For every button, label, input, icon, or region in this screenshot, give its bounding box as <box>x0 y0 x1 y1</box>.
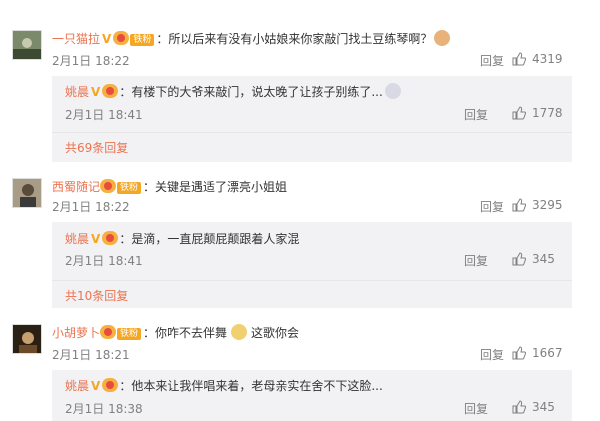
thumbs-up-icon <box>512 252 527 266</box>
more-replies-link[interactable]: 共69条回复 <box>65 139 128 156</box>
like-count: 345 <box>532 400 555 414</box>
v-badge-icon: V <box>91 232 101 246</box>
comment-time: 2月1日 18:22 <box>52 54 130 68</box>
comment-text-tail: 这歌你会 <box>251 326 300 340</box>
sub-reply-box: 姚晨 V ：他本来让我伴唱来着，老母亲实在舍不下这脸... 2月1日 18:38 回… <box>52 370 572 421</box>
sub-reply-text-line: 姚晨 V ：有楼下的大爷来敲门，说太晚了让孩子别练了... <box>65 83 401 101</box>
crown-badge-icon <box>100 179 117 193</box>
reply-button[interactable]: 回复 <box>464 400 488 417</box>
sub-reply-box: 姚晨 V ：有楼下的大爷来敲门，说太晚了让孩子别练了... 2月1日 18:41 回… <box>52 76 572 162</box>
crown-badge-icon <box>100 325 117 339</box>
fan-badge: 铁粉 <box>130 34 155 46</box>
avatar-image <box>13 31 41 59</box>
comment-text: ：所以后来有没有小姑娘来你家敲门找土豆练琴啊？ <box>156 32 433 46</box>
thumbs-up-icon <box>512 400 527 414</box>
comment-text-line: 一只猫拉 V 铁粉 ：所以后来有没有小姑娘来你家敲门找土豆练琴啊？ <box>52 30 451 48</box>
sub-reply-text-line: 姚晨 V ：是滴，一直屁颠屁颠跟着人家混 <box>65 230 299 248</box>
avatar[interactable] <box>12 30 42 60</box>
like-count: 345 <box>532 252 555 266</box>
username-link[interactable]: 姚晨 <box>65 85 89 99</box>
avatar-image <box>13 325 41 353</box>
like-count: 4319 <box>532 52 563 66</box>
like-button[interactable]: 345 <box>512 400 555 414</box>
crown-badge-icon <box>102 231 119 245</box>
like-count: 3295 <box>532 198 563 212</box>
like-button[interactable]: 3295 <box>512 198 563 212</box>
comment-time: 2月1日 18:22 <box>52 200 130 214</box>
sub-reply-time: 2月1日 18:41 <box>65 254 143 268</box>
sub-reply-text-line: 姚晨 V ：他本来让我伴唱来着，老母亲实在舍不下这脸... <box>65 377 383 395</box>
fan-badge: 铁粉 <box>117 328 142 340</box>
reply-button[interactable]: 回复 <box>480 346 504 363</box>
username-link[interactable]: 姚晨 <box>65 379 89 393</box>
thumbs-up-icon <box>512 346 527 360</box>
dog-emoji-icon <box>384 83 401 99</box>
sheep-emoji-icon <box>231 324 248 340</box>
like-button[interactable]: 345 <box>512 252 555 266</box>
sub-reply-text: ：他本来让我伴唱来着，老母亲实在舍不下这脸... <box>119 379 383 393</box>
comment-text-line: 西蜀随记 铁粉 ：关键是遇适了漂亮小姐姐 <box>52 178 287 196</box>
thumbs-up-icon <box>512 106 527 120</box>
divider <box>52 132 572 133</box>
avatar[interactable] <box>12 324 42 354</box>
avatar[interactable] <box>12 178 42 208</box>
like-button[interactable]: 1778 <box>512 106 563 120</box>
reply-button[interactable]: 回复 <box>480 52 504 69</box>
like-count: 1667 <box>532 346 563 360</box>
username-link[interactable]: 西蜀随记 <box>52 180 100 194</box>
comment-text: ：你咋不去伴舞 <box>143 326 228 340</box>
sub-reply-time: 2月1日 18:41 <box>65 108 143 122</box>
crown-badge-icon <box>113 31 130 45</box>
username-link[interactable]: 姚晨 <box>65 232 89 246</box>
avatar-image <box>13 179 41 207</box>
like-button[interactable]: 4319 <box>512 52 563 66</box>
v-badge-icon: V <box>91 85 101 99</box>
like-count: 1778 <box>532 106 563 120</box>
like-button[interactable]: 1667 <box>512 346 563 360</box>
reply-button[interactable]: 回复 <box>480 198 504 215</box>
thumbs-up-icon <box>512 198 527 212</box>
fan-badge: 铁粉 <box>117 182 142 194</box>
crown-badge-icon <box>102 84 119 98</box>
comment-text-line: 小胡萝卜 铁粉 ：你咋不去伴舞 这歌你会 <box>52 324 299 342</box>
thumbs-up-icon <box>512 52 527 66</box>
more-replies-link[interactable]: 共10条回复 <box>65 287 128 304</box>
sub-reply-text: ：有楼下的大爷来敲门，说太晚了让孩子别练了... <box>119 85 383 99</box>
username-link[interactable]: 小胡萝卜 <box>52 326 100 340</box>
sub-reply-time: 2月1日 18:38 <box>65 402 143 416</box>
comment-time: 2月1日 18:21 <box>52 348 130 362</box>
cat-emoji-icon <box>434 30 451 46</box>
sub-reply-text: ：是滴，一直屁颠屁颠跟着人家混 <box>119 232 300 246</box>
crown-badge-icon <box>102 378 119 392</box>
reply-button[interactable]: 回复 <box>464 106 488 123</box>
reply-button[interactable]: 回复 <box>464 252 488 269</box>
v-badge-icon: V <box>102 32 112 46</box>
username-link[interactable]: 一只猫拉 <box>52 32 100 46</box>
divider <box>52 280 572 281</box>
sub-reply-box: 姚晨 V ：是滴，一直屁颠屁颠跟着人家混 2月1日 18:41 回复 345 共10… <box>52 222 572 308</box>
comment-text: ：关键是遇适了漂亮小姐姐 <box>143 180 288 194</box>
v-badge-icon: V <box>91 379 101 393</box>
